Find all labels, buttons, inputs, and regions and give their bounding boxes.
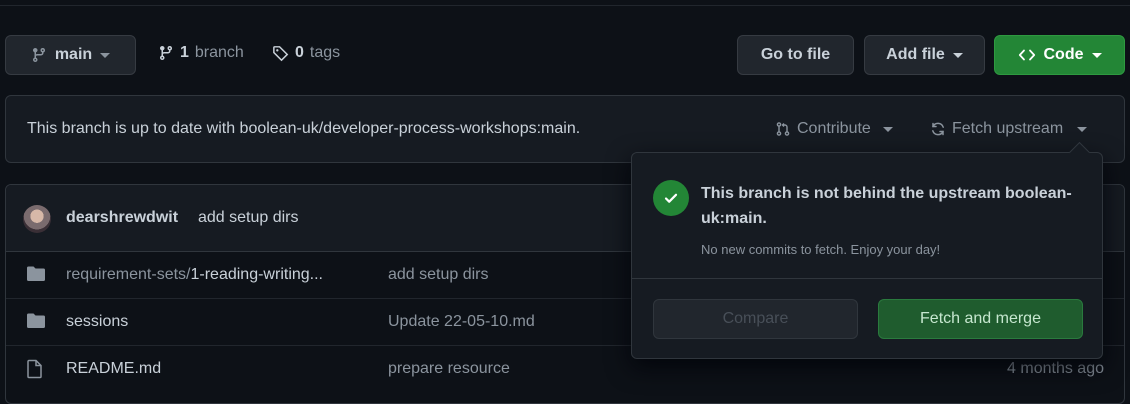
contribute-label: Contribute bbox=[797, 120, 871, 137]
go-to-file-label: Go to file bbox=[760, 46, 831, 63]
chevron-down-icon bbox=[1077, 126, 1088, 132]
commit-author[interactable]: dearshrewdwit bbox=[66, 209, 178, 227]
chevron-down-icon bbox=[882, 126, 893, 132]
file-commit-message[interactable]: prepare resource bbox=[388, 360, 510, 378]
file-name[interactable]: README.md bbox=[66, 360, 161, 378]
file-commit-message[interactable]: add setup dirs bbox=[388, 266, 489, 284]
branch-count: 1 bbox=[180, 44, 189, 61]
folder-icon bbox=[26, 312, 46, 335]
chevron-down-icon bbox=[1091, 52, 1102, 58]
popover-title: This branch is not behind the upstream b… bbox=[701, 185, 1072, 227]
code-label: Code bbox=[1043, 46, 1084, 63]
file-commit-message[interactable]: Update 22-05-10.md bbox=[388, 313, 535, 331]
tag-count: 0 bbox=[295, 44, 304, 61]
commit-message[interactable]: add setup dirs bbox=[198, 209, 299, 227]
chevron-down-icon bbox=[952, 52, 963, 58]
tags-link[interactable]: 0 tags bbox=[272, 44, 340, 62]
chevron-down-icon bbox=[100, 52, 111, 58]
git-branch-icon bbox=[31, 47, 47, 63]
tag-icon bbox=[272, 45, 289, 62]
header-divider bbox=[0, 0, 1130, 6]
file-name-text: 1-reading-writing... bbox=[190, 266, 324, 283]
file-commit-age: 4 months ago bbox=[1007, 360, 1104, 377]
popover-subtitle: No new commits to fetch. Enjoy your day! bbox=[701, 242, 941, 257]
file-name[interactable]: sessions bbox=[66, 313, 128, 331]
popover-divider bbox=[632, 278, 1102, 279]
sync-icon bbox=[930, 121, 946, 137]
file-name[interactable]: requirement-sets/1-reading-writing... bbox=[66, 266, 323, 284]
fetch-upstream-label: Fetch upstream bbox=[952, 120, 1064, 137]
fetch-upstream-popover: This branch is not behind the upstream b… bbox=[631, 141, 1103, 359]
folder-icon bbox=[26, 265, 46, 288]
fetch-upstream-button[interactable]: Fetch upstream bbox=[930, 120, 1088, 138]
branch-name: main bbox=[54, 46, 93, 63]
avatar[interactable] bbox=[23, 205, 51, 233]
tag-word: tags bbox=[309, 44, 341, 61]
branch-select-button[interactable]: main bbox=[5, 35, 136, 75]
compare-button[interactable]: Compare bbox=[653, 299, 858, 339]
add-file-button[interactable]: Add file bbox=[864, 35, 985, 75]
go-to-file-button[interactable]: Go to file bbox=[737, 35, 854, 75]
branches-link[interactable]: 1 branch bbox=[158, 44, 244, 62]
code-button[interactable]: Code bbox=[994, 35, 1125, 75]
file-icon bbox=[26, 359, 44, 384]
contribute-button[interactable]: Contribute bbox=[775, 120, 893, 138]
add-file-label: Add file bbox=[886, 46, 945, 63]
branch-status-text: This branch is up to date with boolean-u… bbox=[27, 120, 581, 137]
check-circle-icon bbox=[653, 180, 689, 216]
file-path-prefix: requirement-sets/ bbox=[66, 266, 191, 283]
git-branch-icon bbox=[158, 45, 174, 61]
code-icon bbox=[1018, 47, 1036, 63]
branch-word: branch bbox=[194, 44, 244, 61]
fetch-and-merge-button[interactable]: Fetch and merge bbox=[878, 299, 1083, 339]
pull-request-icon bbox=[775, 121, 791, 137]
